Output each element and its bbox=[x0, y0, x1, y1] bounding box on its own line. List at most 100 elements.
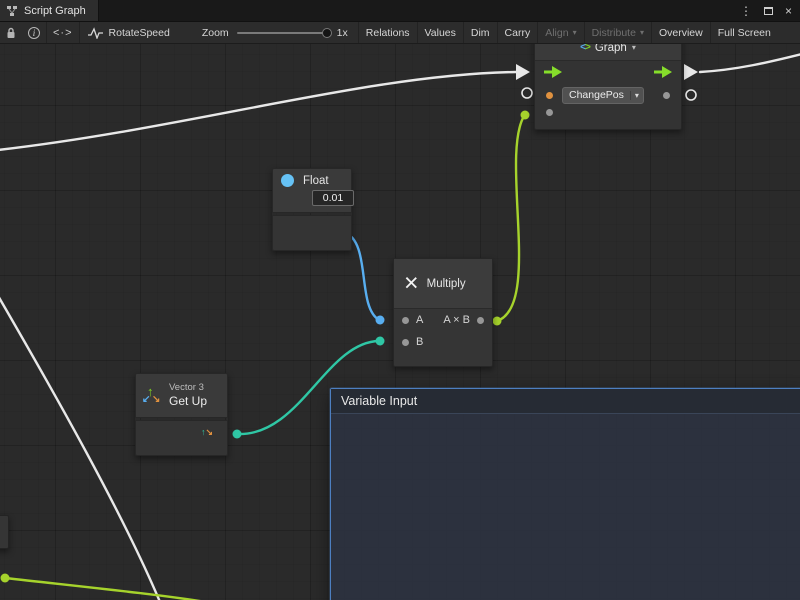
unity-script-graph-window: Script Graph ⋮ × i <·> RotateSpeed Zoom bbox=[0, 0, 800, 600]
multiply-output-port[interactable] bbox=[477, 317, 484, 324]
graph-canvas[interactable]: Variable Input bbox=[0, 44, 800, 600]
float-node[interactable]: Float 0.01 bbox=[272, 168, 352, 251]
graph-value-output-port[interactable] bbox=[663, 92, 670, 99]
multiply-a-endpoint[interactable] bbox=[376, 316, 385, 325]
float-port-strip bbox=[272, 215, 352, 251]
values-button[interactable]: Values bbox=[418, 22, 463, 43]
graph-reference-breadcrumb[interactable]: RotateSpeed bbox=[80, 22, 180, 43]
full-screen-button[interactable]: Full Screen bbox=[711, 22, 778, 43]
visual-scripting-icon: <> bbox=[580, 44, 590, 53]
vector3-down-left-arrow-icon: ↙ bbox=[142, 394, 150, 405]
graph-flow-row bbox=[535, 61, 681, 83]
tab-script-graph[interactable]: Script Graph bbox=[0, 0, 99, 21]
relations-button[interactable]: Relations bbox=[359, 22, 417, 43]
flow-in-port[interactable] bbox=[544, 66, 562, 78]
info-icon[interactable]: i bbox=[22, 22, 46, 43]
zoom-slider-thumb[interactable] bbox=[322, 28, 332, 38]
variable-input-group[interactable]: Variable Input bbox=[330, 388, 800, 600]
graph-name-label: RotateSpeed bbox=[109, 27, 170, 39]
zoom-control: Zoom 1x bbox=[202, 27, 348, 39]
vector3-node-header[interactable]: ↑ ↙ ↘ Vector 3 Get Up bbox=[135, 373, 228, 418]
tab-title: Script Graph bbox=[24, 5, 86, 17]
variable-input-port[interactable] bbox=[546, 92, 553, 99]
carry-button[interactable]: Carry bbox=[498, 22, 538, 43]
pulse-icon bbox=[88, 27, 103, 39]
multiply-node-body: A A × B B bbox=[394, 309, 492, 366]
graph-node-header[interactable]: <> Graph ▾ bbox=[535, 44, 681, 61]
multiply-icon: × bbox=[404, 271, 419, 296]
dim-label: Dim bbox=[471, 27, 490, 39]
variable-dropdown[interactable]: ChangePos ▾ bbox=[562, 87, 644, 104]
vector3-down-right-arrow-icon: ↘ bbox=[152, 394, 160, 405]
multiply-output-endpoint[interactable] bbox=[493, 317, 502, 326]
vector3-type-label: Vector 3 bbox=[169, 382, 207, 394]
more-menu-icon[interactable]: ⋮ bbox=[740, 5, 752, 17]
graph-header-caret-icon[interactable]: ▾ bbox=[632, 44, 636, 52]
offscreen-node-stub[interactable] bbox=[0, 515, 9, 549]
wire-flow-in[interactable] bbox=[0, 72, 516, 150]
overview-button[interactable]: Overview bbox=[652, 22, 710, 43]
graph-unit-node[interactable]: <> Graph ▾ ChangePos ▾ bbox=[534, 44, 682, 130]
titlebar: Script Graph ⋮ × bbox=[0, 0, 800, 22]
lock-glyph bbox=[6, 27, 16, 39]
multiply-input-a-port[interactable] bbox=[402, 317, 409, 324]
zoom-label: Zoom bbox=[202, 27, 229, 39]
get-up-label: Get Up bbox=[169, 394, 207, 409]
flow-arrow-out-port[interactable] bbox=[684, 64, 698, 80]
graph-node-title: Graph bbox=[595, 44, 627, 54]
graph-input-endpoint[interactable] bbox=[521, 111, 530, 120]
group-title: Variable Input bbox=[341, 394, 417, 408]
distribute-button[interactable]: Distribute ▾ bbox=[585, 22, 651, 43]
relations-label: Relations bbox=[366, 27, 410, 39]
graph-value-input-port[interactable] bbox=[546, 109, 553, 116]
script-graph-icon bbox=[6, 5, 18, 17]
maximize-icon[interactable] bbox=[764, 5, 773, 17]
vector3-get-up-node[interactable]: ↑ ↙ ↘ Vector 3 Get Up ↑↘ bbox=[135, 373, 228, 456]
code-view-icon[interactable]: <·> bbox=[47, 22, 79, 43]
distribute-caret-icon: ▾ bbox=[640, 28, 644, 37]
vector3-icon: ↑ ↙ ↘ bbox=[143, 386, 161, 406]
flow-arrow-in-port[interactable] bbox=[516, 64, 530, 80]
mini-down-right-arrow-icon: ↘ bbox=[205, 427, 213, 437]
float-value-field[interactable]: 0.01 bbox=[312, 190, 354, 206]
align-caret-icon: ▾ bbox=[573, 28, 577, 37]
float-node-header[interactable]: Float 0.01 bbox=[272, 168, 352, 213]
variable-name-label: ChangePos bbox=[569, 89, 624, 101]
vector3-output-type-icon: ↑↘ bbox=[201, 428, 213, 437]
float-node-title: Float bbox=[303, 175, 329, 187]
graph-toolbar: i <·> RotateSpeed Zoom 1x Relations Valu… bbox=[0, 22, 800, 44]
wire-value-bottom-left[interactable] bbox=[5, 578, 206, 600]
getup-output-endpoint[interactable] bbox=[233, 430, 242, 439]
dim-button[interactable]: Dim bbox=[464, 22, 497, 43]
float-type-icon bbox=[281, 174, 294, 187]
align-label: Align bbox=[545, 27, 568, 39]
multiply-output-label: A × B bbox=[443, 314, 470, 326]
multiply-node-header[interactable]: × Multiply bbox=[394, 259, 492, 309]
unconnected-port-left[interactable] bbox=[522, 88, 532, 98]
values-label: Values bbox=[425, 27, 456, 39]
graph-variable-row: ChangePos ▾ bbox=[535, 83, 681, 107]
group-header[interactable]: Variable Input bbox=[331, 389, 800, 414]
info-glyph: i bbox=[28, 27, 40, 39]
unconnected-port-right[interactable] bbox=[686, 90, 696, 100]
vector3-port-strip: ↑↘ bbox=[135, 420, 228, 456]
multiply-node-title: Multiply bbox=[427, 278, 466, 290]
dropdown-caret-icon: ▾ bbox=[630, 91, 643, 100]
align-button[interactable]: Align ▾ bbox=[538, 22, 583, 43]
offscreen-output-endpoint[interactable] bbox=[1, 574, 10, 583]
overview-label: Overview bbox=[659, 27, 703, 39]
multiply-node[interactable]: × Multiply A A × B B bbox=[393, 258, 493, 367]
carry-label: Carry bbox=[505, 27, 531, 39]
multiply-b-endpoint[interactable] bbox=[376, 337, 385, 346]
lock-icon[interactable] bbox=[0, 22, 22, 43]
distribute-label: Distribute bbox=[592, 27, 636, 39]
group-body bbox=[331, 414, 800, 600]
flow-out-port[interactable] bbox=[654, 66, 672, 78]
wire-multiply-to-graph[interactable] bbox=[497, 116, 524, 321]
zoom-slider[interactable] bbox=[237, 32, 329, 34]
maximize-glyph bbox=[764, 7, 773, 15]
graph-extra-row bbox=[535, 107, 681, 129]
close-icon[interactable]: × bbox=[785, 5, 792, 17]
wire-flow-out[interactable] bbox=[700, 54, 800, 72]
multiply-input-b-port[interactable] bbox=[402, 339, 409, 346]
